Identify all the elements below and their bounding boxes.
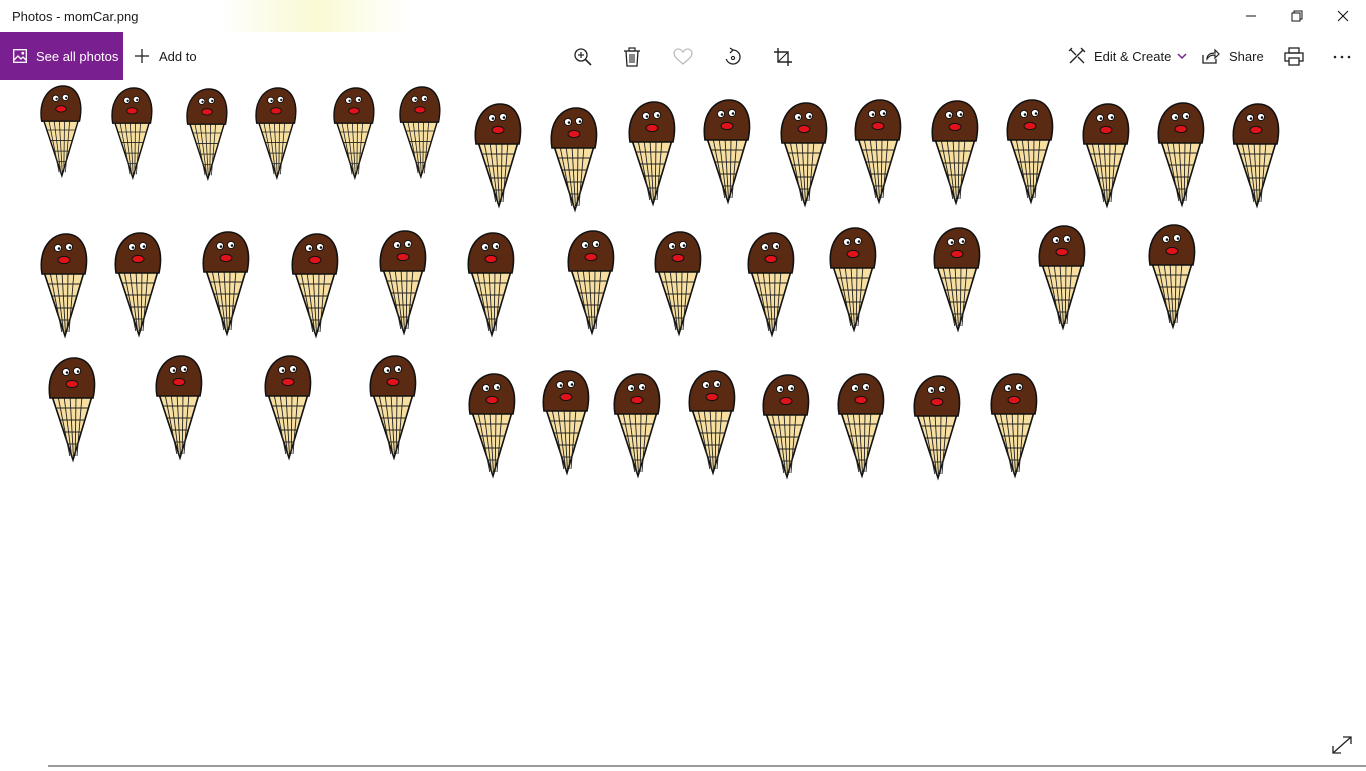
photos-icon	[13, 49, 27, 63]
favorite-icon	[673, 48, 693, 65]
ice-cream-cone	[155, 355, 203, 461]
ice-cream-cone	[913, 375, 961, 481]
delete-icon	[624, 47, 640, 67]
ice-cream-cone	[550, 107, 598, 213]
ice-cream-cone	[48, 357, 96, 463]
ice-cream-cone	[1148, 224, 1196, 330]
favorite-button[interactable]	[672, 46, 694, 68]
ice-cream-cone	[688, 370, 736, 476]
ice-cream-cone	[931, 100, 979, 206]
edit-create-button[interactable]: Edit & Create	[1068, 32, 1187, 80]
ice-cream-cone	[111, 87, 153, 181]
ice-cream-cone	[291, 233, 339, 339]
ice-cream-cone	[854, 99, 902, 205]
share-button[interactable]: Share	[1202, 32, 1264, 80]
delete-button[interactable]	[621, 46, 643, 68]
ice-cream-cone	[1157, 102, 1205, 208]
ice-cream-cone	[474, 103, 522, 209]
ice-cream-cone	[654, 231, 702, 337]
ice-cream-cone	[186, 88, 228, 182]
ice-cream-cone	[1082, 103, 1130, 209]
see-all-photos-label: See all photos	[36, 48, 119, 64]
add-to-button[interactable]: Add to	[134, 32, 197, 80]
edit-create-icon	[1068, 47, 1086, 65]
zoom-in-button[interactable]	[572, 46, 594, 68]
ice-cream-cone	[1038, 225, 1086, 331]
restore-button[interactable]	[1274, 0, 1320, 32]
crop-button[interactable]	[772, 46, 794, 68]
ice-cream-cone	[333, 87, 375, 181]
close-icon	[1337, 10, 1349, 22]
more-options-button[interactable]	[1331, 46, 1353, 68]
ice-cream-cone	[1006, 99, 1054, 205]
ice-cream-cone	[990, 373, 1038, 479]
photo-image	[40, 85, 1280, 481]
fullscreen-button[interactable]	[1330, 734, 1354, 756]
ice-cream-cone	[467, 232, 515, 338]
ice-cream-cone	[829, 227, 877, 333]
zoom-in-icon	[574, 48, 592, 66]
ice-cream-cone	[703, 99, 751, 205]
plus-icon	[134, 48, 150, 64]
expand-icon	[1332, 736, 1352, 754]
minimize-icon	[1246, 15, 1256, 17]
ice-cream-cone	[369, 355, 417, 461]
add-to-label: Add to	[159, 48, 197, 64]
ice-cream-cone	[542, 370, 590, 476]
see-all-photos-button[interactable]: See all photos	[0, 32, 123, 80]
restore-icon	[1291, 10, 1303, 22]
ice-cream-cone	[379, 230, 427, 336]
ice-cream-cone	[762, 374, 810, 480]
edit-create-label: Edit & Create	[1094, 48, 1172, 64]
ice-cream-cone	[567, 230, 615, 336]
ice-cream-cone	[40, 233, 88, 339]
ice-cream-cone	[202, 231, 250, 337]
scroll-indicator	[48, 765, 1366, 767]
ice-cream-cone	[628, 101, 676, 207]
ice-cream-cone	[40, 85, 82, 179]
print-icon	[1284, 47, 1304, 66]
image-canvas[interactable]	[0, 80, 1366, 766]
toolbar: See all photos Add to Edit & Create Shar…	[0, 32, 1366, 80]
chevron-down-icon	[1177, 52, 1187, 60]
ice-cream-cone	[613, 373, 661, 479]
rotate-icon	[725, 47, 741, 65]
rotate-button[interactable]	[722, 46, 744, 68]
window-title: Photos - momCar.png	[12, 9, 139, 24]
ice-cream-cone	[747, 232, 795, 338]
ice-cream-cone	[933, 227, 981, 333]
share-label: Share	[1229, 48, 1264, 64]
minimize-button[interactable]	[1228, 0, 1274, 32]
more-icon	[1333, 55, 1351, 59]
share-icon	[1202, 48, 1220, 64]
ice-cream-cone	[780, 102, 828, 208]
ice-cream-cone	[837, 373, 885, 479]
ice-cream-cone	[399, 86, 441, 180]
ice-cream-cone	[255, 87, 297, 181]
title-bar: Photos - momCar.png	[0, 0, 1366, 32]
close-button[interactable]	[1320, 0, 1366, 32]
ice-cream-cone	[1232, 103, 1280, 209]
crop-icon	[774, 48, 792, 66]
ice-cream-cone	[114, 232, 162, 338]
ice-cream-cone	[468, 373, 516, 479]
print-button[interactable]	[1283, 46, 1305, 68]
ice-cream-cone	[264, 355, 312, 461]
